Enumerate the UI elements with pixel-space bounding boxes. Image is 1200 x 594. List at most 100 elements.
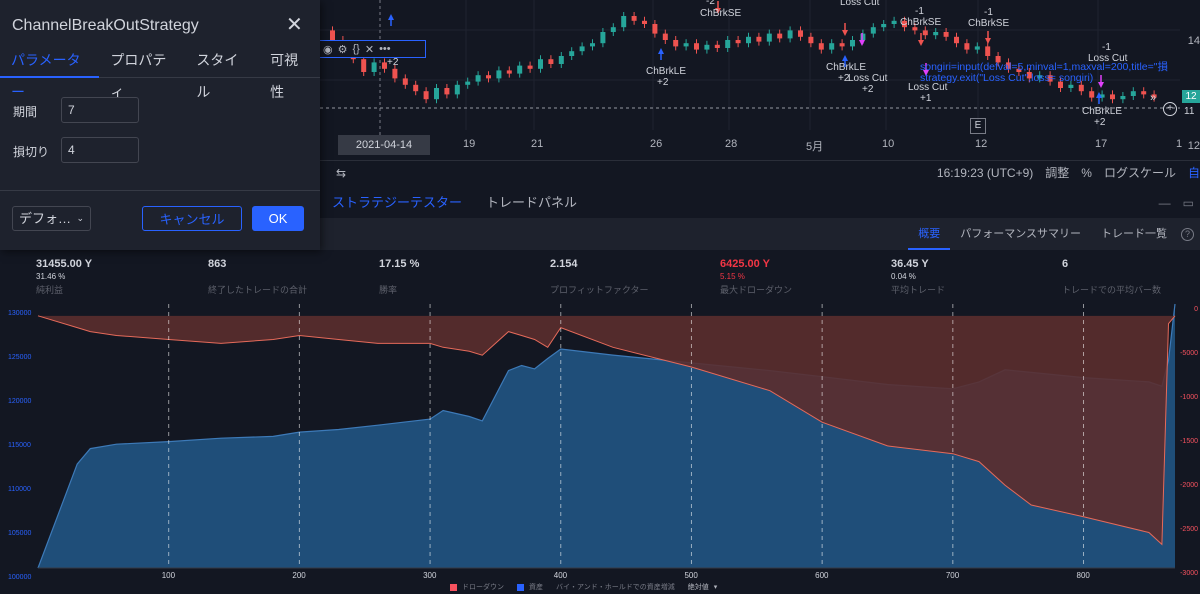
more-icon[interactable]: ••• [379, 43, 391, 55]
metric-label: 終了したトレードの合計 [208, 285, 308, 295]
x-tick-label: 200 [292, 571, 306, 580]
ok-button[interactable]: OK [252, 206, 304, 231]
maximize-icon[interactable]: ▭ [1183, 196, 1194, 210]
strategy-settings-dialog: ChannelBreakOutStrategy ✕ パラメーター プロパティ ス… [0, 0, 320, 250]
period-input[interactable] [61, 97, 139, 123]
tab-performance-summary[interactable]: パフォーマンスサマリー [950, 218, 1091, 250]
tab-style[interactable]: スタイル [185, 44, 259, 100]
signal-label-5: ChBrkSE [900, 17, 942, 28]
x-tick-label: 400 [553, 571, 568, 580]
y-left-tick-label: 120000 [8, 398, 32, 405]
clock-time[interactable]: 16:19:23 (UTC+9) [937, 166, 1033, 180]
price-label: 14 [1187, 35, 1200, 47]
settings-icon[interactable]: ⚙ [338, 43, 348, 56]
candle-body [402, 78, 408, 85]
tab-properties[interactable]: プロパティ [99, 44, 185, 100]
candle-body [475, 75, 481, 82]
date-tick: 26 [650, 138, 663, 150]
stop-loss-input[interactable] [61, 137, 139, 163]
candle-body [392, 68, 398, 79]
signal-label-3: ChBrkLE [826, 62, 867, 73]
legend-buy-hold[interactable]: バイ・アンド・ホールドでの資産増減 [556, 582, 675, 592]
metric-label: 純利益 [36, 285, 64, 295]
adjust-toggle[interactable]: 調整 [1045, 164, 1069, 181]
script-overlay-text: songiri=input(defval=5,minval=1,maxval=2… [920, 61, 1168, 84]
percent-toggle[interactable]: % [1081, 166, 1092, 180]
defaults-dropdown[interactable]: デフォ… ⌄ [12, 206, 91, 231]
candle-body [746, 36, 751, 44]
date-tick: 28 [725, 138, 738, 150]
candle-body [683, 43, 689, 47]
candle-body [860, 33, 866, 40]
candle-body [694, 43, 699, 50]
defaults-label: デフォ… [19, 211, 72, 226]
candle-body [829, 43, 835, 50]
close-icon[interactable]: ✕ [365, 43, 374, 56]
signal-q-6: +1 [920, 93, 932, 104]
y-right-tick-label: -2500 [1180, 526, 1198, 533]
tab-trade-list[interactable]: トレード一覧 [1091, 218, 1177, 250]
candle-body [517, 65, 523, 74]
metric-profit-factor: 2.154 プロフィットファクター [550, 258, 648, 296]
candle-body [1120, 96, 1126, 100]
metric-total-trades: 863 終了したトレードの合計 [208, 258, 307, 296]
candle-body [1141, 91, 1147, 95]
candle-body [558, 56, 564, 64]
metric-max-drawdown: 6425.00 Y 5.15 % 最大ドローダウン [720, 258, 792, 296]
candle-body [766, 33, 772, 42]
price-label: 11 [1184, 106, 1195, 117]
close-icon[interactable]: ✕ [286, 15, 303, 35]
tab-strategy-tester[interactable]: ストラテジーテスター [320, 188, 474, 218]
metric-percent [208, 272, 307, 282]
tab-parameters[interactable]: パラメーター [0, 44, 100, 100]
metric-net-profit: 31455.00 Y 31.46 % 純利益 [36, 258, 92, 296]
x-tick-label: 700 [945, 571, 960, 580]
date-tick: 21 [531, 138, 544, 150]
candle-body [954, 36, 959, 44]
auto-scale-toggle[interactable]: 自 [1188, 164, 1200, 181]
chevron-down-icon[interactable]: ▾ [714, 583, 718, 591]
equity-chart[interactable]: ドローダウン 資産 バイ・アンド・ホールドでの資産増減 絶対値 ▾ 100 200… [0, 300, 1200, 594]
y-left-tick-label: 105000 [8, 530, 32, 537]
date-tick: 19 [463, 138, 476, 150]
metric-label: プロフィットファクター [550, 285, 649, 295]
legend-equity[interactable]: 資産 [529, 582, 543, 592]
candle-body [798, 30, 803, 37]
signal-q-4: +2 [862, 84, 874, 95]
source-code-icon[interactable]: {} [352, 43, 359, 55]
signal-q-8: -1 [1102, 42, 1111, 53]
y-right-tick-label: -1000 [1180, 394, 1198, 401]
tab-trading-panel[interactable]: トレードパネル [474, 188, 589, 218]
metric-label: 勝率 [379, 285, 398, 295]
candle-body [413, 84, 419, 92]
tab-visibility[interactable]: 可視性 [259, 44, 320, 100]
metric-percent: 5.15 % [720, 272, 745, 281]
scroll-right-icon[interactable]: » [1150, 92, 1156, 104]
x-tick-label: 300 [423, 571, 437, 580]
cancel-button[interactable]: キャンセル [142, 206, 242, 231]
tab-overview[interactable]: 概要 [908, 218, 951, 250]
candle-body [1130, 91, 1136, 96]
signal-label-2: Loss Cut [840, 0, 880, 8]
date-tick: 10 [882, 138, 895, 150]
legend-drawdown[interactable]: ドローダウン [462, 582, 504, 592]
candle-body [444, 88, 450, 95]
y-right-tick-label: -3000 [1180, 570, 1198, 577]
absolute-value-select[interactable]: 絶対値 [688, 582, 709, 592]
minimize-icon[interactable]: — [1159, 196, 1171, 210]
date-range-icon[interactable]: ⇆ [336, 166, 346, 180]
candle-body [527, 65, 533, 69]
y-left-tick-label: 110000 [8, 486, 31, 493]
candle-body [673, 40, 679, 47]
help-icon[interactable]: ? [1181, 227, 1194, 241]
zoom-plus-icon[interactable]: + [1163, 102, 1177, 116]
candle-body [496, 70, 502, 79]
earnings-marker[interactable]: E [970, 118, 986, 134]
candle-body [818, 43, 824, 50]
eye-icon[interactable]: ◉ [323, 43, 333, 56]
signal-arrow-head [859, 40, 865, 46]
equity-canvas[interactable] [0, 300, 1200, 594]
log-scale-toggle[interactable]: ログスケール [1104, 164, 1176, 181]
performance-metrics: 31455.00 Y 31.46 % 純利益 863 終了したトレードの合計 1… [0, 250, 1200, 300]
legend-swatch-equity [517, 583, 524, 591]
